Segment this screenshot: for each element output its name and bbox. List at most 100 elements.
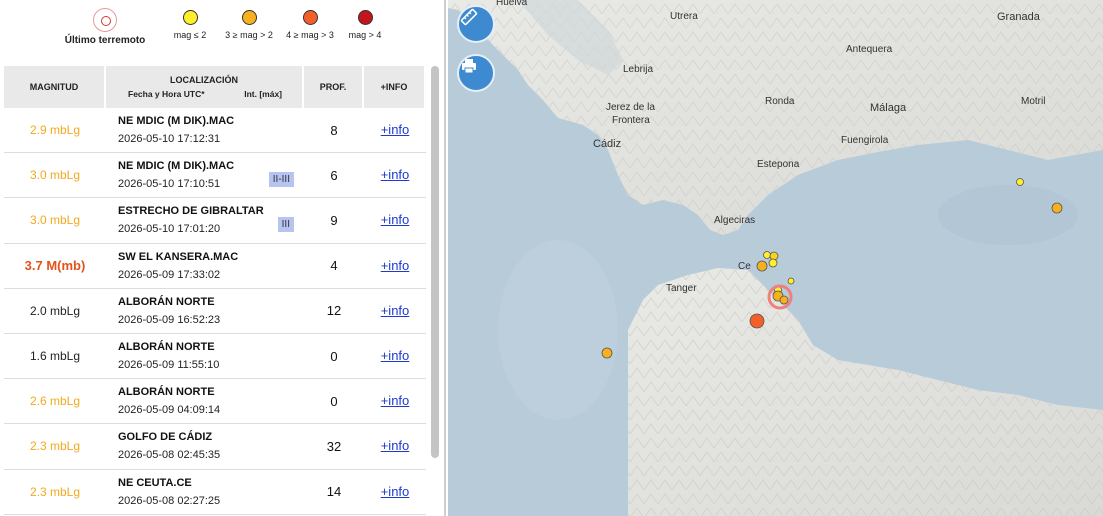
quake-marker xyxy=(756,260,768,272)
table-row: 3.0 mbLg ESTRECHO DE GIBRALTAR 2026-05-10 … xyxy=(4,198,426,244)
magnitude-cell: 2.0 mbLg xyxy=(4,289,106,334)
last-quake-ring-icon xyxy=(93,8,117,32)
amber-dot-icon xyxy=(241,10,257,25)
location-name: ALBORÁN NORTE xyxy=(118,295,215,308)
earthquake-table: MAGNITUD LOCALIZACIÓN Fecha y Hora UTC* … xyxy=(4,66,426,515)
datetime: 2026-05-10 17:12:31 xyxy=(118,133,221,146)
depth-cell: 8 xyxy=(304,108,364,154)
place-label: Motril xyxy=(1021,96,1045,107)
legend-item-label: mag ≤ 2 xyxy=(173,30,207,40)
header-location[interactable]: LOCALIZACIÓN Fecha y Hora UTC* Int. [máx… xyxy=(106,66,304,108)
info-cell: +info xyxy=(364,334,426,380)
depth-cell: 0 xyxy=(304,334,364,380)
info-link[interactable]: +info xyxy=(381,348,410,363)
location-cell: ALBORÁN NORTE 2026-05-09 11:55:10 xyxy=(106,334,304,380)
magnitude-cell: 3.7 M(mb) xyxy=(4,244,106,289)
info-link[interactable]: +info xyxy=(381,212,410,227)
place-label: Fuengirola xyxy=(841,135,889,146)
quake-marker xyxy=(779,295,789,305)
magnitude-cell: 3.0 mbLg xyxy=(4,198,106,244)
place-label: Huelva xyxy=(496,0,528,8)
magnitude-cell: 2.6 mbLg xyxy=(4,379,106,425)
info-cell: +info xyxy=(364,424,426,470)
legend-item-label: mag > 4 xyxy=(348,30,382,40)
info-cell: +info xyxy=(364,108,426,154)
info-link[interactable]: +info xyxy=(381,438,410,453)
datetime: 2026-05-09 17:33:02 xyxy=(118,268,221,281)
depth-cell: 0 xyxy=(304,379,364,425)
datetime: 2026-05-09 04:09:14 xyxy=(118,404,221,417)
header-intensity-label: Int. [máx] xyxy=(244,89,282,99)
depth-cell: 12 xyxy=(304,289,364,334)
yellow-dot-icon xyxy=(182,10,198,25)
ruler-icon xyxy=(460,8,478,26)
legend-last-quake: Último terremoto xyxy=(55,8,155,46)
table-scrollbar[interactable] xyxy=(431,66,439,458)
quake-marker xyxy=(1051,202,1063,214)
quake-marker xyxy=(787,277,795,285)
location-cell: GOLFO DE CÁDIZ 2026-05-08 02:45:35 xyxy=(106,424,304,470)
location-cell: NE MDIC (M DIK).MAC 2026-05-10 17:12:31 xyxy=(106,108,304,154)
info-cell: +info xyxy=(364,244,426,289)
table-row: 3.0 mbLg NE MDIC (M DIK).MAC 2026-05-10 17… xyxy=(4,153,426,199)
info-link[interactable]: +info xyxy=(381,167,410,182)
location-name: ESTRECHO DE GIBRALTAR xyxy=(118,205,264,218)
depth-cell: 9 xyxy=(304,198,364,244)
print-button[interactable] xyxy=(457,54,495,92)
orange-dot-icon xyxy=(302,10,318,25)
location-cell: ESTRECHO DE GIBRALTAR 2026-05-10 17:01:20… xyxy=(106,198,304,244)
place-label: Ce xyxy=(738,261,751,272)
info-cell: +info xyxy=(364,470,426,515)
quake-marker xyxy=(601,347,613,359)
magnitude-cell: 2.3 mbLg xyxy=(4,424,106,470)
magnitude-cell: 2.9 mbLg xyxy=(4,108,106,154)
place-label: Jerez de la xyxy=(606,102,655,113)
depth-cell: 6 xyxy=(304,153,364,199)
table-body: 2.9 mbLg NE MDIC (M DIK).MAC 2026-05-10 17… xyxy=(4,108,426,515)
printer-icon xyxy=(462,59,476,74)
location-name: SW EL KANSERA.MAC xyxy=(118,250,239,263)
earthquake-panel: Último terremoto mag ≤ 2 3 ≥ mag > 2 4 ≥… xyxy=(0,0,446,516)
place-label: Frontera xyxy=(612,115,650,126)
place-label: Antequera xyxy=(846,44,893,55)
header-magnitude[interactable]: MAGNITUD xyxy=(4,66,106,108)
header-depth[interactable]: PROF. xyxy=(304,66,364,108)
info-link[interactable]: +info xyxy=(381,393,410,408)
datetime: 2026-05-08 02:45:35 xyxy=(118,449,221,462)
place-label: Tanger xyxy=(666,283,697,294)
quake-marker xyxy=(763,251,771,259)
magnitude-cell: 3.0 mbLg xyxy=(4,153,106,199)
location-cell: NE CEUTA.CE 2026-05-08 02:27:25 xyxy=(106,470,304,515)
measure-button[interactable] xyxy=(457,5,495,43)
info-link[interactable]: +info xyxy=(381,484,410,499)
depth-cell: 32 xyxy=(304,424,364,470)
location-name: NE MDIC (M DIK).MAC xyxy=(118,160,235,173)
datetime: 2026-05-09 11:55:10 xyxy=(118,359,220,372)
info-link[interactable]: +info xyxy=(381,303,410,318)
app: Último terremoto mag ≤ 2 3 ≥ mag > 2 4 ≥… xyxy=(0,0,1103,516)
legend-item-mag-le-2: mag ≤ 2 xyxy=(170,10,210,40)
place-label: Málaga xyxy=(870,102,907,114)
info-link[interactable]: +info xyxy=(381,258,410,273)
map-canvas: Huelva Utrera Granada Antequera Lebrija … xyxy=(448,0,1103,516)
table-row: 1.6 mbLg ALBORÁN NORTE 2026-05-09 11:55:10… xyxy=(4,334,426,380)
location-cell: ALBORÁN NORTE 2026-05-09 16:52:23 xyxy=(106,289,304,334)
table-row: 2.9 mbLg NE MDIC (M DIK).MAC 2026-05-10 17… xyxy=(4,108,426,154)
table-row: 2.3 mbLg GOLFO DE CÁDIZ 2026-05-08 02:45:3… xyxy=(4,424,426,470)
magnitude-cell: 1.6 mbLg xyxy=(4,334,106,380)
table-row: 3.7 M(mb) SW EL KANSERA.MAC 2026-05-09 17:… xyxy=(4,244,426,289)
place-label: Ronda xyxy=(765,96,795,107)
earthquake-map[interactable]: Huelva Utrera Granada Antequera Lebrija … xyxy=(448,0,1103,516)
info-link[interactable]: +info xyxy=(381,122,410,137)
quake-marker xyxy=(749,313,765,329)
red-dot-icon xyxy=(357,10,373,25)
location-name: ALBORÁN NORTE xyxy=(118,386,215,399)
info-cell: +info xyxy=(364,289,426,334)
table-row: 2.0 mbLg ALBORÁN NORTE 2026-05-09 16:52:23… xyxy=(4,289,426,334)
datetime: 2026-05-10 17:01:20 xyxy=(118,223,221,236)
place-label: Cádiz xyxy=(593,138,621,150)
magnitude-cell: 2.3 mbLg xyxy=(4,470,106,515)
magnitude-legend: Último terremoto mag ≤ 2 3 ≥ mag > 2 4 ≥… xyxy=(0,0,444,62)
place-label: Granada xyxy=(997,11,1041,23)
location-name: ALBORÁN NORTE xyxy=(118,341,215,354)
